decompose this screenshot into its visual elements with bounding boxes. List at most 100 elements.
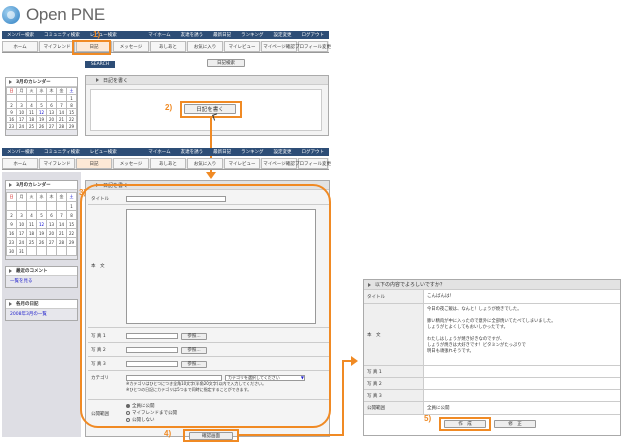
logout-link[interactable]: ログアウト [297,32,330,38]
invite-link[interactable]: 友達を誘う [176,32,209,38]
cal-day[interactable]: 10 [16,108,27,116]
search-button[interactable]: SEARCH [85,61,115,68]
cal-day[interactable]: 11 [26,219,37,229]
cal-day[interactable] [46,94,57,102]
cal-day[interactable] [46,246,57,256]
cal-day[interactable]: 29 [66,122,77,130]
review-search-link[interactable]: レビュー検索 [85,32,122,38]
cal-day[interactable]: 19 [36,115,47,123]
cal-day[interactable]: 5 [36,210,47,220]
cal-day[interactable]: 19 [36,228,47,238]
cal-day[interactable] [26,94,37,102]
cal-day[interactable]: 24 [16,122,27,130]
cal-day[interactable] [16,94,27,102]
cal-day[interactable]: 21 [56,228,67,238]
cal-day[interactable]: 15 [66,219,77,229]
tab-home[interactable]: ホーム [2,158,38,169]
cal-day[interactable]: 1 [66,201,77,211]
latest-diary-link[interactable]: 最新日記 [208,149,236,155]
cal-day[interactable]: 17 [16,228,27,238]
tab-favorites[interactable]: お気に入り [187,158,223,169]
cal-day[interactable]: 13 [46,108,57,116]
cal-day[interactable] [6,94,17,102]
cal-day[interactable]: 2 [6,210,17,220]
edit-button[interactable]: 修 正 [494,420,536,428]
cal-day[interactable]: 7 [56,210,67,220]
cal-day[interactable] [46,201,57,211]
myhome-link[interactable]: マイホーム [143,32,175,38]
tab-profile-edit[interactable]: プロフィール変更 [295,158,331,169]
cal-day[interactable]: 3 [16,210,27,220]
cal-day[interactable]: 26 [36,122,47,130]
tab-message[interactable]: メッセージ [113,158,149,169]
tab-my-review[interactable]: マイレビュー [224,158,260,169]
tab-footprints[interactable]: あしあと [150,41,186,52]
cal-day[interactable]: 25 [26,122,37,130]
cal-day[interactable]: 4 [26,210,37,220]
tab-friends[interactable]: マイフレンド [39,158,75,169]
cal-day[interactable]: 23 [6,237,17,247]
cal-day[interactable]: 25 [26,237,37,247]
cal-day[interactable]: 26 [36,237,47,247]
cal-day[interactable]: 22 [66,115,77,123]
cal-day[interactable]: 5 [36,101,47,109]
cal-day[interactable]: 11 [26,108,37,116]
cal-day[interactable]: 23 [6,122,17,130]
diary-search-button[interactable]: 日記検索 [207,59,245,67]
cal-day[interactable]: 12 [36,219,47,229]
cal-day[interactable]: 12 [36,108,47,116]
cal-day[interactable]: 22 [66,228,77,238]
tab-my-review[interactable]: マイレビュー [224,41,260,52]
cal-day[interactable]: 18 [26,228,37,238]
logout-link[interactable]: ログアウト [297,149,330,155]
cal-day[interactable]: 16 [6,228,17,238]
cal-day[interactable]: 21 [56,115,67,123]
tab-mypage-check[interactable]: マイページ確認 [261,158,297,169]
recent-comments-link[interactable]: 一覧を見る [6,276,77,286]
member-search-link[interactable]: メンバー検索 [2,32,39,38]
ranking-link[interactable]: ランキング [236,149,268,155]
cal-day[interactable]: 29 [66,237,77,247]
cal-day[interactable]: 16 [6,115,17,123]
tab-favorites[interactable]: お気に入り [187,41,223,52]
cal-day[interactable] [36,94,47,102]
cal-day[interactable] [26,201,37,211]
monthly-diary-link[interactable]: 2008年3月の一覧 [6,309,77,319]
cal-day[interactable]: 31 [16,246,27,256]
cal-day[interactable] [66,246,77,256]
cal-day[interactable]: 14 [56,219,67,229]
invite-link[interactable]: 友達を誘う [176,149,209,155]
cal-day[interactable]: 20 [46,228,57,238]
tab-home[interactable]: ホーム [2,41,38,52]
cal-day[interactable]: 10 [16,219,27,229]
cal-day[interactable]: 7 [56,101,67,109]
tab-profile-edit[interactable]: プロフィール変更 [295,41,331,52]
cal-day[interactable]: 8 [66,101,77,109]
latest-diary-link[interactable]: 最新日記 [208,32,236,38]
tab-diary[interactable]: 日記 [76,158,112,169]
cal-day[interactable]: 4 [26,101,37,109]
cal-day[interactable]: 9 [6,219,17,229]
cal-day[interactable] [36,201,47,211]
review-search-link[interactable]: レビュー検索 [85,149,122,155]
cal-day[interactable]: 13 [46,219,57,229]
myhome-link[interactable]: マイホーム [143,149,175,155]
community-search-link[interactable]: コミュニティ検索 [39,32,85,38]
cal-day[interactable] [16,201,27,211]
cal-day[interactable]: 27 [46,237,57,247]
cal-day[interactable]: 14 [56,108,67,116]
cal-day[interactable]: 9 [6,108,17,116]
cal-day[interactable]: 24 [16,237,27,247]
cal-day[interactable]: 17 [16,115,27,123]
cal-day[interactable]: 15 [66,108,77,116]
cal-day[interactable]: 6 [46,210,57,220]
cal-day[interactable] [56,201,67,211]
community-search-link[interactable]: コミュニティ検索 [39,149,85,155]
cal-day[interactable]: 1 [66,94,77,102]
cal-day[interactable]: 3 [16,101,27,109]
tab-footprints[interactable]: あしあと [150,158,186,169]
tab-friends[interactable]: マイフレンド [39,41,75,52]
cal-day[interactable]: 27 [46,122,57,130]
settings-link[interactable]: 設定変更 [269,32,297,38]
cal-day[interactable]: 18 [26,115,37,123]
